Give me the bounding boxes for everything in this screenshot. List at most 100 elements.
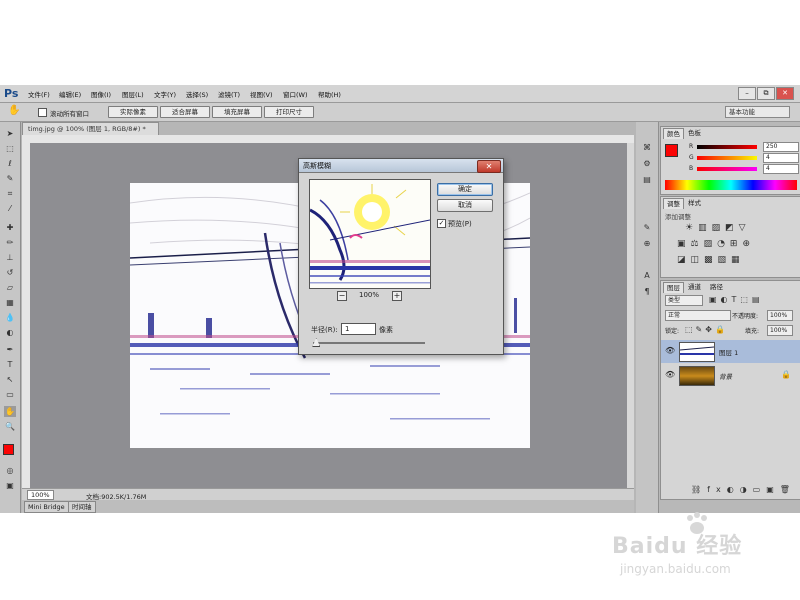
history-panel-icon[interactable]: ⌘	[641, 142, 653, 153]
scroll-all-label: 滚动所有窗口	[50, 110, 89, 118]
radius-input[interactable]: 1	[341, 323, 376, 335]
vertical-scrollbar[interactable]	[627, 143, 634, 488]
foreground-color-swatch[interactable]	[3, 444, 14, 455]
tab-mini-bridge[interactable]: Mini Bridge	[24, 501, 69, 513]
blur-tool-icon[interactable]: 💧	[4, 312, 16, 323]
menu-window[interactable]: 窗口(W)	[283, 89, 308, 99]
menu-image[interactable]: 图像(I)	[91, 89, 111, 99]
menu-file[interactable]: 文件(F)	[28, 89, 50, 99]
swatch-panel-icon[interactable]: ▤	[641, 174, 653, 185]
menu-help[interactable]: 帮助(H)	[318, 89, 341, 99]
close-window-button[interactable]: ✕	[776, 87, 794, 100]
layer-name[interactable]: 背景	[719, 371, 732, 381]
move-tool-icon[interactable]: ➤	[4, 128, 16, 139]
b-slider[interactable]	[697, 167, 757, 171]
blend-mode-select[interactable]: 正常	[665, 310, 731, 321]
character-panel-icon[interactable]: A	[641, 270, 653, 281]
layer-actions-icons[interactable]: ⛓fx◐◑▭▣🗑	[691, 485, 796, 494]
fg-color-chip[interactable]	[665, 144, 678, 157]
gradient-tool-icon[interactable]: ▦	[4, 297, 16, 308]
tab-adjustments[interactable]: 调整	[663, 198, 684, 209]
dodge-tool-icon[interactable]: ◐	[4, 327, 16, 338]
layer-name[interactable]: 图层 1	[719, 347, 738, 357]
shape-tool-icon[interactable]: ▭	[4, 389, 16, 400]
menu-layer[interactable]: 图层(L)	[122, 89, 144, 99]
screen-mode-icon[interactable]: ▣	[4, 480, 16, 491]
menu-edit[interactable]: 编辑(E)	[59, 89, 81, 99]
adjustment-icons-row-3[interactable]: ◪◫▩▧▦	[677, 255, 745, 265]
dialog-close-button[interactable]: ✕	[477, 160, 501, 173]
tab-layers[interactable]: 图层	[663, 282, 684, 293]
lasso-tool-icon[interactable]: ℓ	[4, 158, 16, 169]
g-value-field[interactable]: 4	[763, 153, 799, 163]
color-spectrum[interactable]	[665, 180, 797, 190]
zoom-tool-icon[interactable]: 🔍	[4, 421, 16, 432]
tab-styles[interactable]: 样式	[685, 198, 704, 208]
layer-row-layer1[interactable]: 👁 图层 1	[661, 340, 800, 363]
menu-type[interactable]: 文字(Y)	[154, 89, 176, 99]
path-select-tool-icon[interactable]: ↖	[4, 374, 16, 385]
radius-slider-track[interactable]	[313, 342, 425, 344]
workspace-select[interactable]: 基本功能	[725, 106, 790, 118]
scroll-all-checkbox[interactable]	[38, 108, 47, 117]
fill-screen-button[interactable]: 填充屏幕	[212, 106, 262, 118]
layer-kind-filter[interactable]: 类型	[665, 295, 703, 306]
menu-view[interactable]: 视图(V)	[250, 89, 273, 99]
minimize-button[interactable]: –	[738, 87, 756, 100]
quick-mask-icon[interactable]: ◎	[4, 465, 16, 476]
preview-checkbox[interactable]: ✓	[437, 219, 446, 228]
zoom-level-field[interactable]: 100%	[27, 490, 54, 500]
watermark-brand: Baidu 经验	[612, 534, 743, 559]
paragraph-panel-icon[interactable]: ¶	[641, 286, 653, 297]
menu-select[interactable]: 选择(S)	[186, 89, 208, 99]
print-size-button[interactable]: 打印尺寸	[264, 106, 314, 118]
tab-swatches[interactable]: 色板	[685, 128, 704, 138]
adjustment-icons-row-1[interactable]: ☀▥▨◩▽	[685, 223, 751, 233]
clone-source-icon[interactable]: ⊕	[641, 238, 653, 249]
brush-tool-icon[interactable]: ✏	[4, 237, 16, 248]
fill-field[interactable]: 100%	[767, 325, 793, 336]
hand-tool-icon[interactable]: ✋	[4, 406, 16, 417]
zoom-out-icon[interactable]: −	[337, 291, 347, 301]
actual-pixels-button[interactable]: 实际像素	[108, 106, 158, 118]
layer-filter-icons[interactable]: ▣◐T⬚▤	[709, 295, 764, 304]
marquee-tool-icon[interactable]: ⬚	[4, 143, 16, 154]
photoshop-logo: Ps	[4, 87, 19, 100]
fit-screen-button[interactable]: 适合屏幕	[160, 106, 210, 118]
tab-color[interactable]: 颜色	[663, 128, 684, 139]
stamp-tool-icon[interactable]: ⊥	[4, 252, 16, 263]
tools-panel: ➤ ⬚ ℓ ✎ ⌗ ⁄ ✚ ✏ ⊥ ↺ ▱ ▦ 💧 ◐ ✒ T ↖ ▭ ✋ 🔍 …	[0, 122, 21, 513]
visibility-eye-icon[interactable]: 👁	[665, 370, 675, 379]
blur-preview-window[interactable]	[309, 179, 431, 289]
menu-filter[interactable]: 滤镜(T)	[218, 89, 240, 99]
brush-panel-icon[interactable]: ✎	[641, 222, 653, 233]
b-value-field[interactable]: 4	[763, 164, 799, 174]
healing-tool-icon[interactable]: ✚	[4, 222, 16, 233]
crop-tool-icon[interactable]: ⌗	[4, 188, 16, 199]
eraser-tool-icon[interactable]: ▱	[4, 282, 16, 293]
lock-icons[interactable]: ⬚✎✥🔒	[685, 325, 728, 334]
zoom-in-icon[interactable]: +	[392, 291, 402, 301]
quick-select-tool-icon[interactable]: ✎	[4, 173, 16, 184]
adjustment-icons-row-2[interactable]: ▣⚖▨◔⊞⊕	[677, 239, 755, 249]
tab-channels[interactable]: 通道	[685, 282, 704, 292]
tab-timeline[interactable]: 时间轴	[68, 501, 96, 513]
type-tool-icon[interactable]: T	[4, 359, 16, 370]
visibility-eye-icon[interactable]: 👁	[665, 346, 675, 355]
opacity-field[interactable]: 100%	[767, 310, 793, 321]
eyedropper-tool-icon[interactable]: ⁄	[4, 203, 16, 214]
r-value-field[interactable]: 250	[763, 142, 799, 152]
restore-button[interactable]: ⧉	[757, 87, 775, 100]
cancel-button[interactable]: 取消	[437, 199, 493, 212]
pen-tool-icon[interactable]: ✒	[4, 344, 16, 355]
properties-panel-icon[interactable]: ⚙	[641, 158, 653, 169]
g-slider[interactable]	[697, 156, 757, 160]
color-panel: 颜色 色板 R 250 G 4 B 4	[660, 126, 800, 195]
document-tab[interactable]: timg.jpg @ 100% (图层 1, RGB/8#) *	[22, 122, 159, 135]
r-slider[interactable]	[697, 145, 757, 149]
history-brush-icon[interactable]: ↺	[4, 267, 16, 278]
gaussian-blur-dialog: 高斯模糊 ✕ − 100% + 确定 取消 ✓ 预览(P) 半径(R): 1 像…	[298, 158, 504, 355]
ok-button[interactable]: 确定	[437, 183, 493, 196]
layer-row-background[interactable]: 👁 背景 🔒	[661, 364, 800, 387]
tab-paths[interactable]: 路径	[707, 282, 726, 292]
